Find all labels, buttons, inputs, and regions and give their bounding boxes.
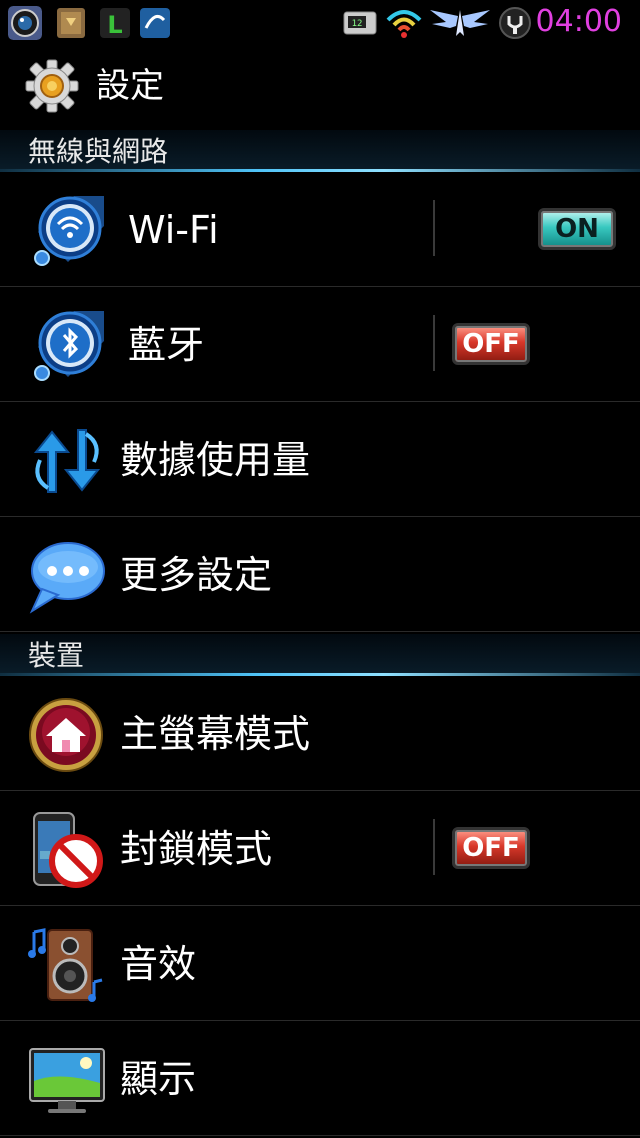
section-title: 無線與網路	[28, 135, 169, 168]
setting-item-label: 數據使用量	[120, 438, 311, 482]
setting-item-label: 更多設定	[120, 553, 273, 597]
setting-item-label: 藍牙	[128, 323, 205, 367]
status-bar: L 12 04:00	[0, 0, 640, 48]
setting-item-label: 音效	[120, 942, 197, 986]
setting-item-label: 封鎖模式	[120, 827, 273, 871]
svg-text:12: 12	[352, 19, 363, 29]
home-icon	[29, 698, 103, 772]
block-phone-icon	[33, 812, 103, 888]
wifi-toggle[interactable]: ON	[538, 208, 616, 250]
section-header-wireless: 無線與網路	[0, 130, 640, 172]
setting-item-sound[interactable]: 音效	[0, 906, 640, 1021]
wifi-icon	[34, 196, 104, 266]
status-time: 04:00	[535, 4, 622, 39]
chat-bubble-icon	[29, 542, 105, 614]
setting-item-label: 主螢幕模式	[120, 712, 311, 756]
wifi-signal-icon	[386, 10, 422, 38]
section-title: 裝置	[28, 639, 85, 672]
clock-widget-icon: 12	[343, 11, 377, 35]
book-app-icon	[57, 8, 85, 38]
item-divider	[433, 200, 435, 256]
setting-item-more-settings[interactable]: 更多設定	[0, 517, 640, 632]
display-icon	[29, 1048, 105, 1113]
green-l-app-icon: L	[100, 8, 130, 39]
camera-app-icon	[8, 6, 42, 40]
winged-emblem-icon	[430, 10, 490, 36]
gear-icon	[25, 59, 79, 113]
setting-item-bluetooth[interactable]: 藍牙 OFF	[0, 287, 640, 402]
charging-icon	[499, 7, 531, 39]
bluetooth-icon	[34, 311, 104, 381]
setting-item-home-mode[interactable]: 主螢幕模式	[0, 676, 640, 791]
setting-item-label: 顯示	[120, 1057, 197, 1101]
section-header-device: 裝置	[0, 634, 640, 676]
setting-item-display[interactable]: 顯示	[0, 1021, 640, 1136]
setting-item-data-usage[interactable]: 數據使用量	[0, 402, 640, 517]
item-divider	[433, 315, 435, 371]
setting-item-block-mode[interactable]: 封鎖模式 OFF	[0, 791, 640, 906]
block-mode-toggle[interactable]: OFF	[452, 827, 530, 869]
item-divider	[433, 819, 435, 875]
page-title: 設定	[96, 66, 164, 106]
bluetooth-toggle[interactable]: OFF	[452, 323, 530, 365]
data-usage-icon	[33, 429, 101, 493]
setting-item-wifi[interactable]: Wi-Fi ON	[0, 172, 640, 287]
svg-text:L: L	[107, 11, 122, 39]
speaker-icon	[28, 928, 103, 1002]
blue-app-icon	[140, 8, 170, 38]
setting-item-label: Wi-Fi	[128, 208, 219, 252]
title-bar: 設定	[0, 48, 640, 128]
